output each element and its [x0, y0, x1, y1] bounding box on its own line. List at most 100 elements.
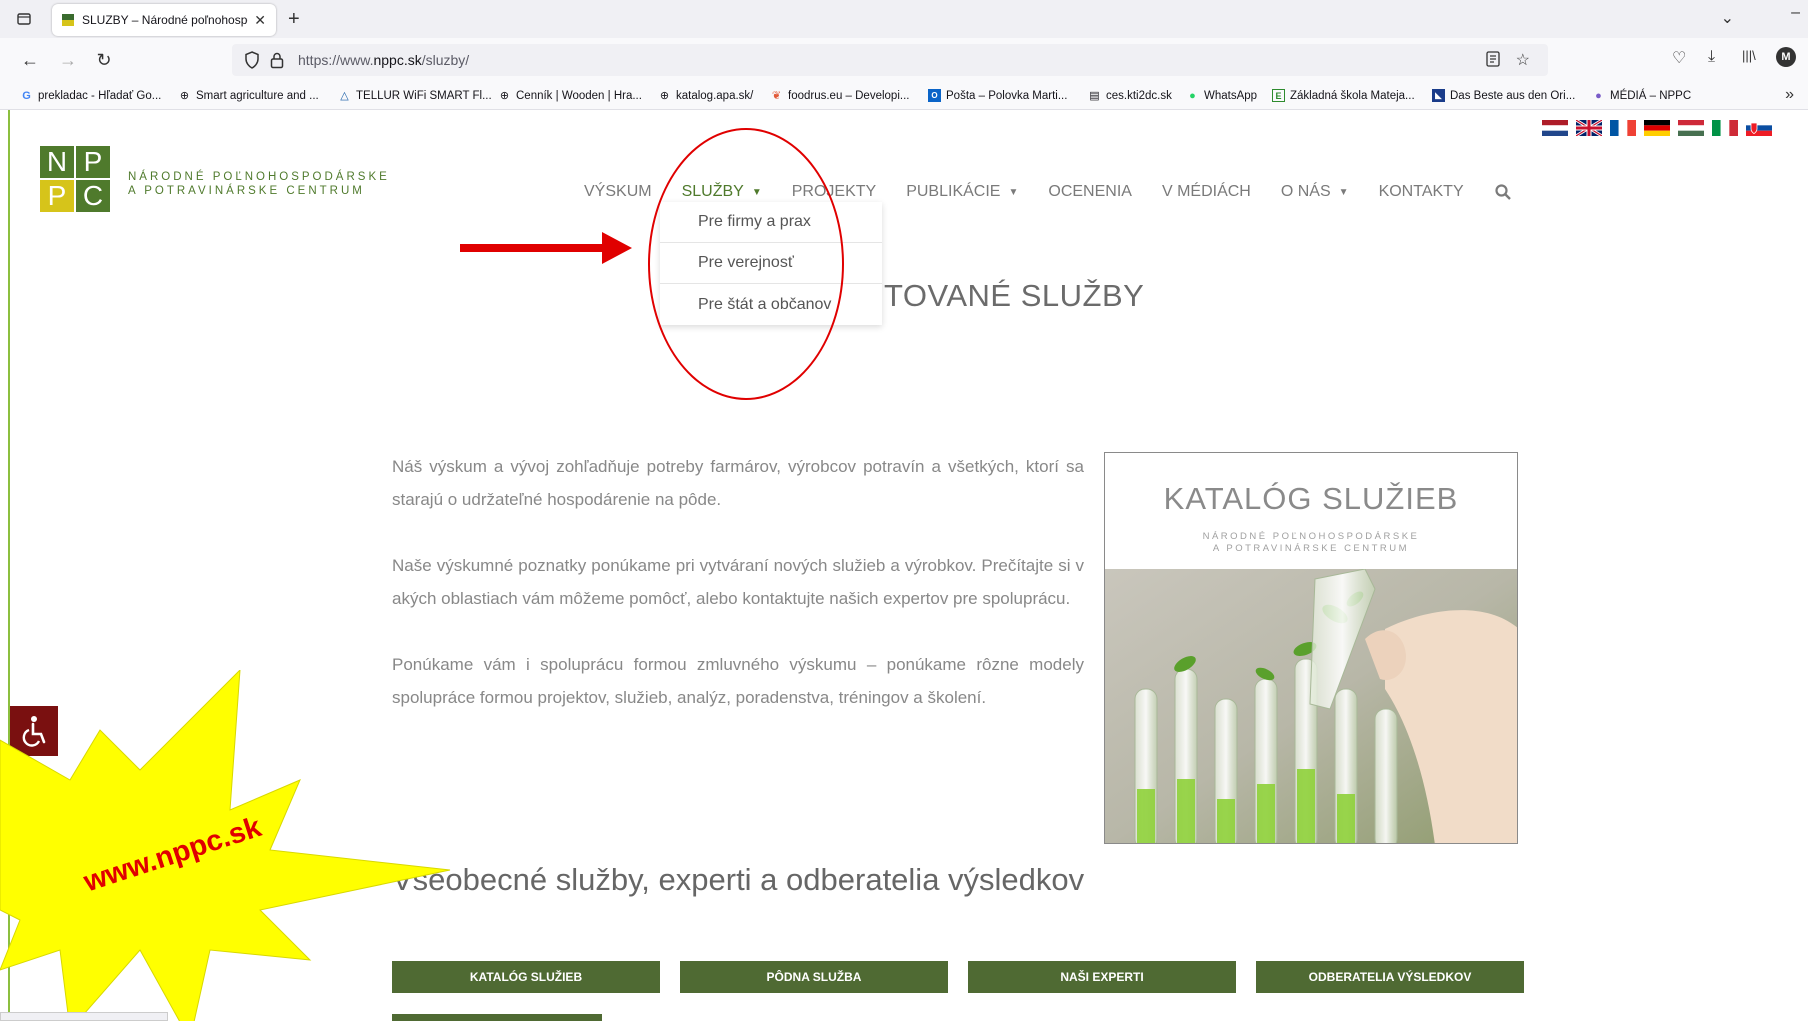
flag-netherlands-icon[interactable]	[1542, 120, 1568, 136]
tab-bar: SLUZBY – Národné poľnohospo ✕ + ⌄ –	[0, 0, 1808, 38]
flag-france-icon[interactable]	[1610, 120, 1636, 136]
logo-line-1: NÁRODNÉ POĽNOHOSPODÁRSKE	[128, 171, 390, 183]
bookmark-item[interactable]: ⊕ Cenník | Wooden | Hra...	[498, 89, 642, 103]
flag-italy-icon[interactable]	[1712, 120, 1738, 136]
bookmark-label: Pošta – Polovka Marti...	[946, 89, 1068, 102]
odberatelia-vysledkov-button[interactable]: ODBERATELIA VÝSLEDKOV	[1256, 961, 1524, 993]
url-path: /sluzby/	[421, 52, 470, 68]
flag-germany-icon[interactable]	[1644, 120, 1670, 136]
bookmark-label: Cenník | Wooden | Hra...	[516, 89, 642, 102]
forward-arrow-icon[interactable]: →	[56, 48, 80, 72]
catalog-subtitle: NÁRODNÉ POĽNOHOSPODÁRSKE A POTRAVINÁRSKE…	[1105, 531, 1517, 555]
bookmark-label: ces.kti2dc.sk	[1106, 89, 1172, 102]
nppc-logo[interactable]: N P P C NÁRODNÉ POĽNOHOSPODÁRSKE A POTRA…	[40, 146, 390, 212]
intro-paragraph: Náš výskum a vývoj zohľadňuje potreby fa…	[392, 457, 1084, 509]
page-icon: ▤	[1089, 90, 1100, 102]
bookmark-star-icon[interactable]: ☆	[1516, 50, 1530, 70]
nppc-favicon-icon	[62, 14, 74, 26]
nasi-experti-button[interactable]: NAŠI EXPERTI	[968, 961, 1236, 993]
logo-line-2: A POTRAVINÁRSKE CENTRUM	[128, 185, 365, 197]
globe-icon: ⊕	[659, 90, 670, 102]
bookmark-item[interactable]: ⊕ katalog.apa.sk/	[658, 89, 754, 103]
browser-tab-active[interactable]: SLUZBY – Národné poľnohospo ✕	[52, 4, 276, 36]
bookmark-item[interactable]: ● MÉDIÁ – NPPC	[1592, 89, 1691, 102]
das-beste-icon: ◣	[1432, 89, 1445, 102]
flag-uk-icon[interactable]	[1576, 120, 1602, 136]
page-heading: TOVANÉ SLUŽBY	[884, 278, 1145, 313]
annotation-circle	[648, 128, 844, 400]
library-icon[interactable]: |||\	[1742, 48, 1756, 63]
bookmark-label: prekladac - Hľadať Go...	[38, 89, 162, 102]
nav-label: KONTAKTY	[1378, 183, 1464, 200]
new-tab-button[interactable]: +	[288, 8, 300, 31]
status-bar	[0, 1012, 168, 1021]
intro-paragraph: Ponúkame vám i spoluprácu formou zmluvné…	[392, 655, 1084, 707]
lock-icon[interactable]	[270, 51, 284, 69]
tab-overflow-chevron-icon[interactable]: ⌄	[1721, 8, 1734, 28]
bookmark-label: Das Beste aus den Ori...	[1450, 89, 1576, 102]
url-prefix: https://www.	[298, 52, 374, 68]
bookmark-label: Smart agriculture and ...	[196, 89, 319, 102]
bookmark-label: MÉDIÁ – NPPC	[1610, 89, 1692, 102]
bookmark-label: Základná škola Mateja...	[1290, 89, 1415, 102]
tellur-triangle-icon: △	[340, 90, 349, 102]
catalog-subtitle-line: A POTRAVINÁRSKE CENTRUM	[1212, 543, 1410, 554]
section-title: Všeobecné služby, experti a odberatelia …	[392, 862, 1085, 897]
chevron-down-icon: ▼	[1338, 186, 1349, 198]
bookmark-label: katalog.apa.sk/	[676, 89, 754, 102]
nav-item-o-nas[interactable]: O NÁS ▼	[1281, 183, 1349, 201]
account-avatar[interactable]: M	[1776, 47, 1796, 67]
url-bar[interactable]: https://www.nppc.sk/sluzby/ ☆	[232, 44, 1548, 76]
nav-item-ocenenia[interactable]: OCENENIA	[1048, 183, 1132, 201]
bookmark-item[interactable]: O Pošta – Polovka Marti...	[928, 89, 1067, 102]
bookmark-label: TELLUR WiFi SMART Fl...	[356, 89, 492, 102]
tab-list-button[interactable]	[14, 9, 34, 29]
reader-view-icon[interactable]	[1486, 51, 1500, 67]
flag-slovakia-icon[interactable]	[1746, 120, 1772, 136]
url-text[interactable]: https://www.nppc.sk/sluzby/	[298, 52, 469, 68]
test-tubes-photo	[1105, 569, 1517, 843]
bookmark-item[interactable]: ❦ foodrus.eu – Developi...	[770, 89, 910, 103]
nav-label: O NÁS	[1280, 183, 1331, 200]
media-globe-icon: ●	[1595, 89, 1602, 102]
bookmark-item[interactable]: ● WhatsApp	[1186, 89, 1257, 102]
reload-icon[interactable]: ↻	[92, 48, 116, 72]
nav-item-publikacie[interactable]: PUBLIKÁCIE ▼	[906, 183, 1018, 201]
podna-sluzba-button[interactable]: PÔDNA SLUŽBA	[680, 961, 948, 993]
logo-mark: N P P C	[40, 146, 110, 212]
nav-item-kontakty[interactable]: KONTAKTY	[1379, 183, 1464, 201]
downloads-icon[interactable]: ⤓	[1708, 48, 1715, 66]
bookmark-item[interactable]: △ TELLUR WiFi SMART Fl...	[338, 89, 492, 103]
logo-letter: P	[76, 146, 110, 178]
bookmarks-overflow-icon[interactable]: »	[1785, 86, 1794, 104]
school-icon: E	[1272, 89, 1285, 102]
catalog-cover-image[interactable]: KATALÓG SLUŽIEB NÁRODNÉ POĽNOHOSPODÁRSKE…	[1104, 452, 1518, 844]
tab-title: SLUZBY – Národné poľnohospo	[82, 13, 249, 27]
bookmark-item[interactable]: ▤ ces.kti2dc.sk	[1088, 89, 1172, 103]
flag-hungary-icon[interactable]	[1678, 120, 1704, 136]
nav-item-vyskum[interactable]: VÝSKUM	[584, 183, 652, 201]
bookmark-item[interactable]: Gprekladac - Hľadať Go...	[20, 89, 161, 102]
bookmark-item[interactable]: ◣ Das Beste aus den Ori...	[1432, 89, 1575, 102]
logo-letter: P	[40, 180, 74, 212]
outlook-icon: O	[928, 89, 941, 102]
bookmarks-bar: Gprekladac - Hľadať Go... ⊕ Smart agricul…	[0, 82, 1808, 110]
nav-label: PUBLIKÁCIE	[906, 183, 1001, 200]
nav-item-v-mediach[interactable]: V MÉDIÁCH	[1162, 183, 1251, 201]
chevron-down-icon: ▼	[1008, 186, 1019, 198]
window-minimize-button[interactable]: –	[1791, 4, 1800, 22]
tab-close-icon[interactable]: ✕	[254, 12, 266, 29]
nav-bar: ← → ↻ https://www.nppc.sk/sluzby/ ☆ ♡ ⤓ …	[0, 38, 1808, 82]
google-icon: G	[22, 89, 31, 102]
globe-icon: ⊕	[499, 90, 510, 102]
search-icon[interactable]	[1494, 183, 1512, 201]
pocket-icon[interactable]: ♡	[1672, 48, 1686, 68]
intro-paragraph: Naše výskumné poznatky ponúkame pri vytv…	[392, 556, 1084, 608]
annotation-arrow-icon	[460, 232, 632, 264]
bookmark-item[interactable]: E Základná škola Mateja...	[1272, 89, 1415, 102]
shield-icon[interactable]	[244, 51, 260, 69]
catalog-title: KATALÓG SLUŽIEB	[1163, 481, 1459, 516]
back-arrow-icon[interactable]: ←	[18, 48, 42, 72]
bookmark-item[interactable]: ⊕ Smart agriculture and ...	[178, 89, 319, 103]
bookmark-label: foodrus.eu – Developi...	[788, 89, 910, 102]
